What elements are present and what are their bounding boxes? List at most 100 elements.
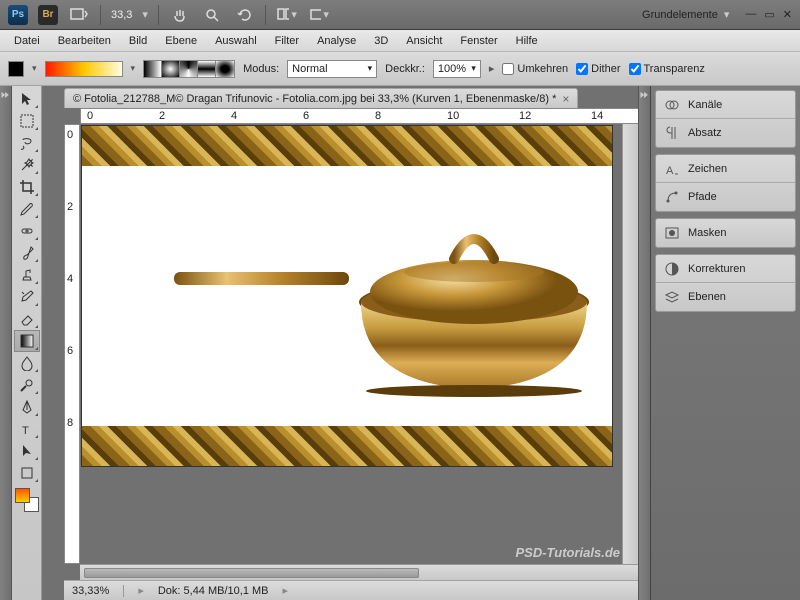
status-flyout-icon[interactable]: ▸ bbox=[138, 584, 144, 597]
panel-group: Korrekturen Ebenen bbox=[655, 254, 796, 312]
dither-checkbox[interactable]: Dither bbox=[576, 63, 620, 75]
rotate-view-icon[interactable] bbox=[233, 4, 255, 26]
history-brush-tool[interactable] bbox=[14, 286, 40, 308]
toolbox: T bbox=[12, 86, 42, 600]
minimize-icon[interactable]: — bbox=[745, 8, 756, 21]
status-flyout-icon[interactable]: ▸ bbox=[283, 584, 289, 597]
menu-bearbeiten[interactable]: Bearbeiten bbox=[50, 33, 119, 49]
panel-tab-pfade[interactable]: Pfade bbox=[656, 183, 795, 211]
angle-gradient-icon[interactable] bbox=[180, 61, 198, 77]
diamond-gradient-icon[interactable] bbox=[216, 61, 234, 77]
radial-gradient-icon[interactable] bbox=[162, 61, 180, 77]
document-main: © Fotolia_212788_M© Dragan Trifunovic - … bbox=[42, 86, 638, 600]
panel-tab-ebenen[interactable]: Ebenen bbox=[656, 283, 795, 311]
deckkr-label: Deckkr.: bbox=[385, 63, 425, 75]
menu-ebene[interactable]: Ebene bbox=[157, 33, 205, 49]
panel-tab-zeichen[interactable]: AZeichen bbox=[656, 155, 795, 183]
chevron-down-icon[interactable]: ▾ bbox=[32, 63, 37, 74]
ornate-border-top bbox=[82, 126, 612, 166]
gradient-picker[interactable] bbox=[45, 61, 123, 77]
marquee-tool[interactable] bbox=[14, 110, 40, 132]
view-options-dropdown[interactable] bbox=[68, 4, 90, 26]
photoshop-icon[interactable]: Ps bbox=[8, 5, 28, 25]
panels-collapse-strip[interactable]: ▶▶ bbox=[638, 86, 650, 600]
chevron-down-icon[interactable]: ▾ bbox=[131, 63, 136, 74]
zoom-tool-icon[interactable] bbox=[201, 4, 223, 26]
panel-group: AZeichen Pfade bbox=[655, 154, 796, 212]
panel-tab-masken[interactable]: Masken bbox=[656, 219, 795, 247]
panels-dock: Kanäle Absatz AZeichen Pfade Masken Korr… bbox=[650, 86, 800, 600]
chevron-down-icon[interactable]: ▾ bbox=[142, 8, 148, 21]
screen-mode-dropdown[interactable]: ▾ bbox=[308, 4, 330, 26]
dodge-tool[interactable] bbox=[14, 374, 40, 396]
body-area: ▶▶ T © Fotolia_212788_M© Dragan Trifunov… bbox=[0, 86, 800, 600]
type-tool[interactable]: T bbox=[14, 418, 40, 440]
app-topbar: Ps Br 33,3 ▾ ▾ ▾ Grundelemente ▾ — ▭ ✕ bbox=[0, 0, 800, 30]
canvas[interactable] bbox=[82, 126, 612, 466]
golden-pot-image bbox=[174, 184, 594, 414]
workspace-switcher[interactable]: Grundelemente bbox=[642, 9, 718, 21]
image-content bbox=[82, 166, 612, 426]
menu-analyse[interactable]: Analyse bbox=[309, 33, 364, 49]
menu-auswahl[interactable]: Auswahl bbox=[207, 33, 265, 49]
umkehren-checkbox[interactable]: Umkehren bbox=[502, 63, 568, 75]
close-icon[interactable]: × bbox=[562, 92, 569, 106]
document-tab[interactable]: © Fotolia_212788_M© Dragan Trifunovic - … bbox=[64, 88, 578, 108]
eyedropper-tool[interactable] bbox=[14, 198, 40, 220]
close-icon[interactable]: ✕ bbox=[783, 8, 792, 21]
modus-select[interactable]: Normal bbox=[287, 60, 377, 78]
magic-wand-tool[interactable] bbox=[14, 154, 40, 176]
panel-tab-kanaele[interactable]: Kanäle bbox=[656, 91, 795, 119]
reflected-gradient-icon[interactable] bbox=[198, 61, 216, 77]
foreground-color-swatch[interactable] bbox=[15, 488, 30, 503]
panel-tab-korrekturen[interactable]: Korrekturen bbox=[656, 255, 795, 283]
arrange-docs-dropdown[interactable]: ▾ bbox=[276, 4, 298, 26]
document-tab-title: © Fotolia_212788_M© Dragan Trifunovic - … bbox=[73, 93, 556, 105]
menu-ansicht[interactable]: Ansicht bbox=[398, 33, 450, 49]
status-zoom[interactable]: 33,33% bbox=[72, 585, 124, 597]
transparenz-checkbox[interactable]: Transparenz bbox=[629, 63, 705, 75]
opacity-flyout-icon[interactable]: ▸ bbox=[489, 62, 495, 75]
menu-hilfe[interactable]: Hilfe bbox=[508, 33, 546, 49]
shape-tool[interactable] bbox=[14, 462, 40, 484]
menu-datei[interactable]: Datei bbox=[6, 33, 48, 49]
deckkr-input[interactable]: 100% bbox=[433, 60, 481, 78]
scrollbar-horizontal[interactable] bbox=[80, 564, 638, 580]
linear-gradient-icon[interactable] bbox=[144, 61, 162, 77]
canvas-viewport[interactable]: PSD-Tutorials.de bbox=[80, 124, 638, 564]
svg-text:T: T bbox=[22, 425, 29, 437]
blur-tool[interactable] bbox=[14, 352, 40, 374]
lasso-tool[interactable] bbox=[14, 132, 40, 154]
menu-filter[interactable]: Filter bbox=[267, 33, 307, 49]
ornate-border-bottom bbox=[82, 426, 612, 466]
svg-text:A: A bbox=[666, 165, 674, 177]
menu-bar: Datei Bearbeiten Bild Ebene Auswahl Filt… bbox=[0, 30, 800, 52]
color-picker[interactable] bbox=[15, 488, 39, 512]
eraser-tool[interactable] bbox=[14, 308, 40, 330]
bridge-icon[interactable]: Br bbox=[38, 5, 58, 25]
menu-bild[interactable]: Bild bbox=[121, 33, 155, 49]
toolbox-collapse-strip[interactable]: ▶▶ bbox=[0, 86, 12, 600]
zoom-level-label[interactable]: 33,3 bbox=[111, 9, 132, 21]
gradient-tool[interactable] bbox=[14, 330, 40, 352]
maximize-icon[interactable]: ▭ bbox=[764, 8, 774, 21]
healing-brush-tool[interactable] bbox=[14, 220, 40, 242]
foreground-swatch[interactable] bbox=[8, 61, 24, 77]
ruler-vertical[interactable]: 0 2 4 6 8 bbox=[64, 124, 80, 564]
menu-3d[interactable]: 3D bbox=[366, 33, 396, 49]
hand-tool-icon[interactable] bbox=[169, 4, 191, 26]
chevron-down-icon[interactable]: ▾ bbox=[724, 8, 730, 21]
gradient-type-selector[interactable] bbox=[143, 60, 235, 78]
move-tool[interactable] bbox=[14, 88, 40, 110]
brush-tool[interactable] bbox=[14, 242, 40, 264]
pen-tool[interactable] bbox=[14, 396, 40, 418]
panel-tab-absatz[interactable]: Absatz bbox=[656, 119, 795, 147]
menu-fenster[interactable]: Fenster bbox=[452, 33, 505, 49]
status-dok: Dok: 5,44 MB/10,1 MB bbox=[158, 585, 269, 597]
clone-stamp-tool[interactable] bbox=[14, 264, 40, 286]
panel-group: Masken bbox=[655, 218, 796, 248]
crop-tool[interactable] bbox=[14, 176, 40, 198]
ruler-horizontal[interactable]: 0 2 4 6 8 10 12 14 bbox=[80, 108, 638, 124]
path-selection-tool[interactable] bbox=[14, 440, 40, 462]
scrollbar-vertical[interactable] bbox=[622, 124, 638, 564]
